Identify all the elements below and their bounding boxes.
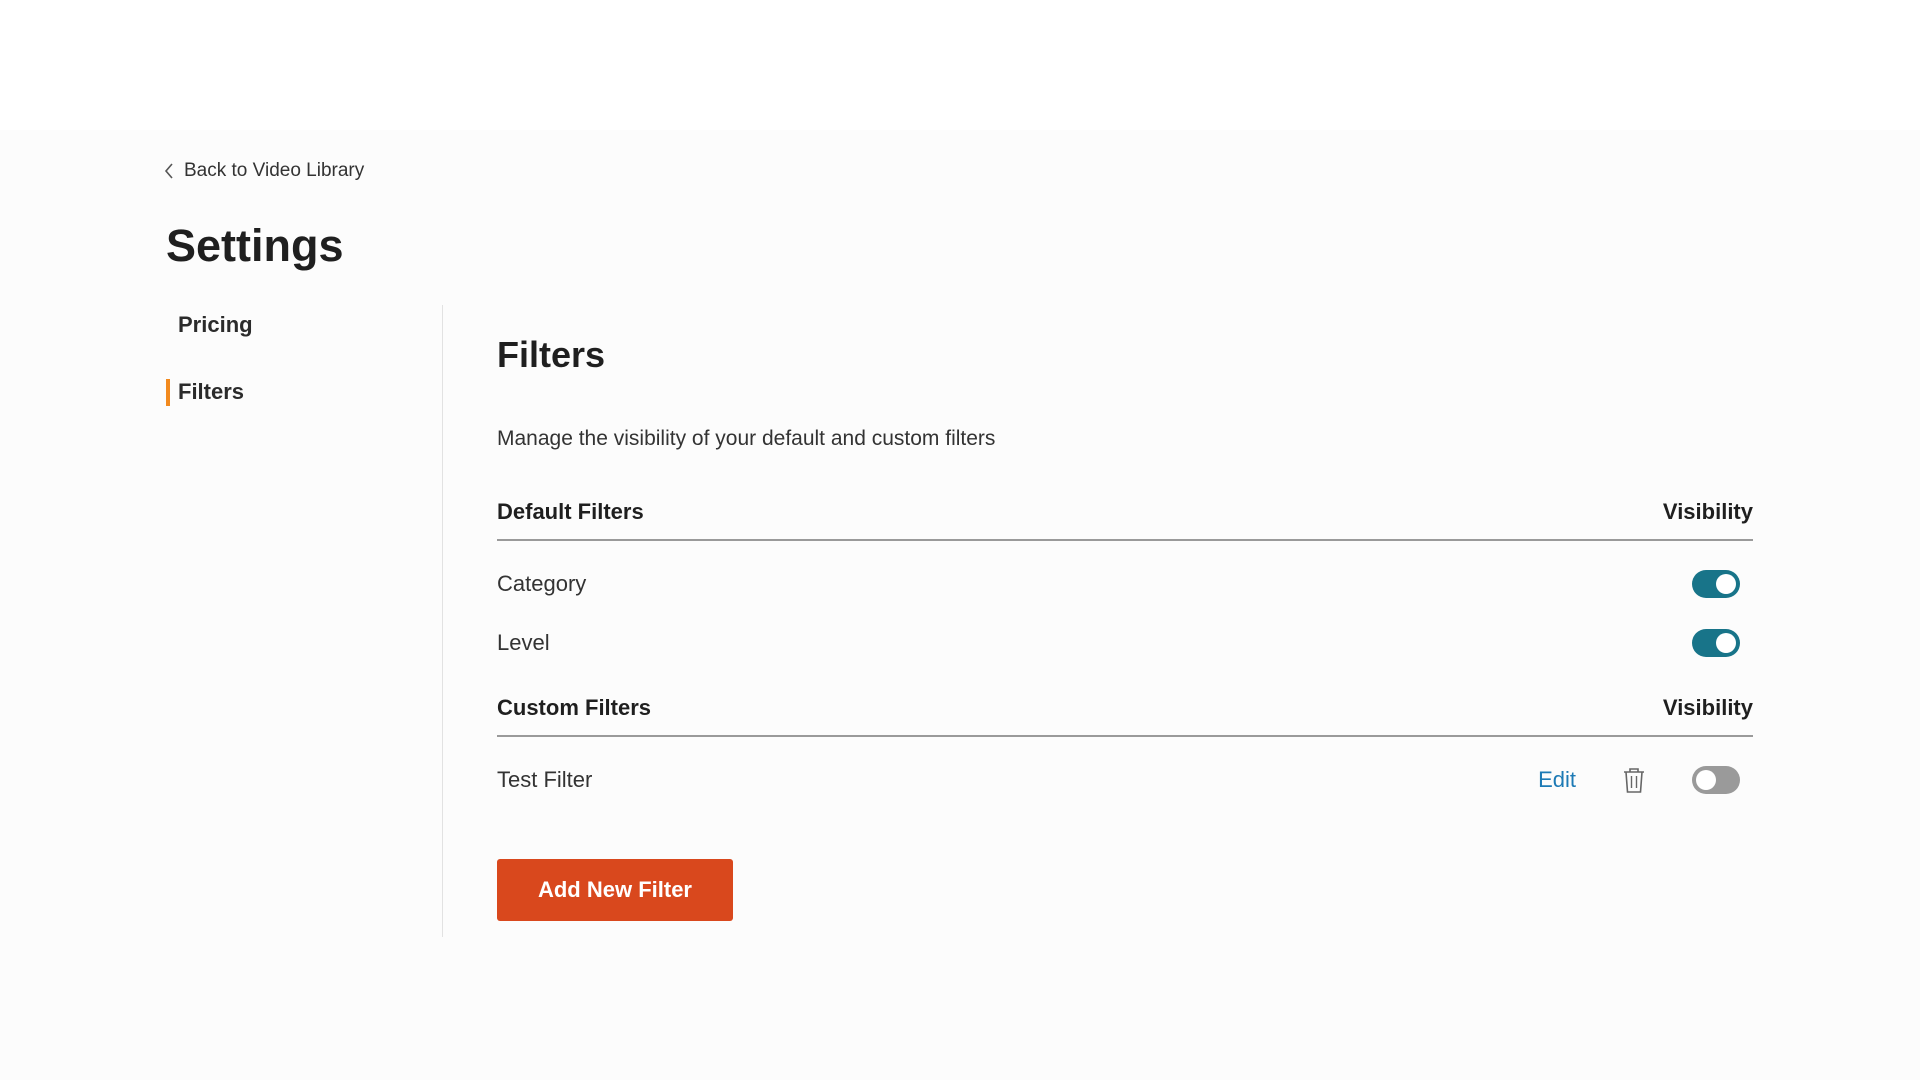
visibility-heading: Visibility [1662,498,1753,524]
filter-label: Test Filter [497,767,593,793]
section-description: Manage the visibility of your default an… [497,426,996,450]
back-to-library-link[interactable]: Back to Video Library [164,160,364,182]
settings-sidebar: Pricing Filters [166,305,442,439]
row-actions: Edit [1538,766,1753,795]
visibility-toggle-test-filter[interactable] [1692,766,1740,795]
filter-row-category: Category [497,555,1753,614]
vertical-divider [442,305,443,937]
sidebar-item-label[interactable]: Pricing [178,312,253,338]
filter-row-test-filter: Test Filter Edit [497,751,1753,810]
section-title: Filters [497,334,606,375]
toggle-knob [1716,574,1736,595]
back-link-label[interactable]: Back to Video Library [184,160,364,182]
page-title: Settings [166,220,344,271]
custom-filters-header: Custom Filters Visibility [497,695,1753,737]
sidebar-item-filters[interactable]: Filters [166,372,442,412]
toggle-knob [1696,770,1716,791]
filters-panel: Filters Manage the visibility of your de… [497,305,1753,921]
visibility-heading: Visibility [1662,694,1753,720]
add-new-filter-button[interactable]: Add New Filter [497,858,733,921]
sidebar-item-pricing[interactable]: Pricing [166,305,442,345]
default-filters-header: Default Filters Visibility [497,499,1753,541]
top-header-bar [0,0,1920,130]
filter-row-level: Level [497,614,1753,673]
edit-filter-link[interactable]: Edit [1538,767,1576,793]
trash-icon[interactable] [1622,767,1646,794]
visibility-toggle-category[interactable] [1692,570,1740,599]
visibility-toggle-level[interactable] [1692,629,1740,658]
toggle-knob [1716,633,1736,654]
filter-label: Level [497,630,550,656]
sidebar-item-label[interactable]: Filters [178,379,244,405]
chevron-left-icon [164,163,174,179]
custom-filters-heading: Custom Filters [497,694,652,720]
filter-label: Category [497,571,587,597]
default-filters-heading: Default Filters [497,498,644,524]
